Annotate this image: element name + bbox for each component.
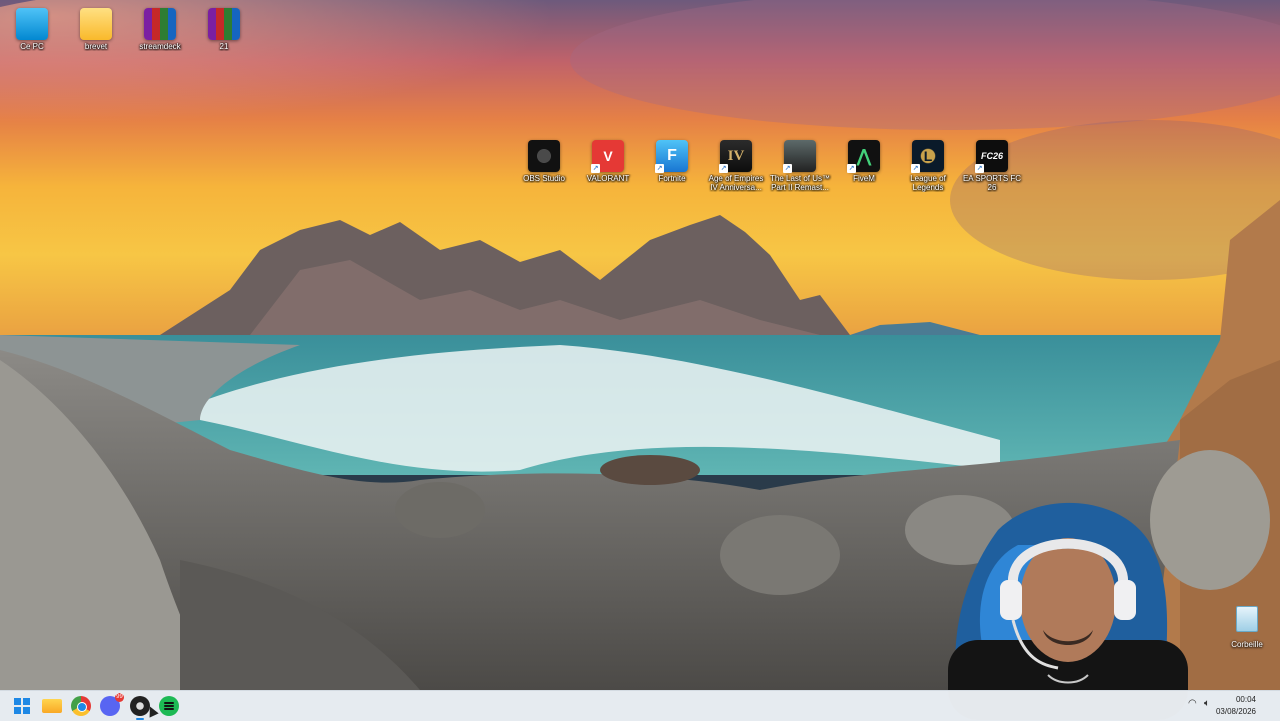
- winrar-archive-icon: [144, 8, 176, 40]
- clock-date: 03/08/2026: [1215, 707, 1256, 716]
- shortcut-arrow-icon: ↗: [911, 164, 920, 173]
- shortcut-arrow-icon: ↗: [847, 164, 856, 173]
- desktop-icon-label: Corbeille: [1231, 640, 1263, 649]
- desktop-icon-label: Age of Empires IV Anniversa...: [708, 174, 764, 192]
- obs-studio-icon: [528, 140, 560, 172]
- desktop-icon-21[interactable]: 21: [192, 2, 256, 51]
- shortcut-arrow-icon: ↗: [975, 164, 984, 173]
- shortcut-arrow-icon: ↗: [719, 164, 728, 173]
- desktop-icon-label: streamdeck: [139, 42, 181, 51]
- webcam-overlay: [928, 490, 1200, 720]
- folder-icon: [80, 8, 112, 40]
- volume-icon[interactable]: 🔈︎: [1204, 698, 1210, 709]
- spotify-icon[interactable]: [159, 696, 179, 716]
- discord-icon[interactable]: 99: [100, 693, 124, 716]
- desktop-icon-label: The Last of Us™ Part II Remast...: [769, 174, 831, 192]
- notification-badge: 99: [115, 693, 124, 702]
- wifi-icon[interactable]: ◠: [1188, 698, 1197, 709]
- taskbar: 99 ◠ 🔈︎ 00:04 03/08/2026: [0, 690, 1280, 721]
- desktop-icon-obs-studio[interactable]: OBS Studio: [512, 134, 576, 183]
- desktop-icon-fortnite[interactable]: F ↗ Fortnite: [640, 134, 704, 183]
- desktop-icon-the-last-of-us[interactable]: ↗ The Last of Us™ Part II Remast...: [768, 134, 832, 192]
- fivem-icon: ⋀ ↗: [847, 140, 880, 173]
- desktop-icon-label: FiveM: [853, 174, 875, 183]
- age-of-empires-icon: IV ↗: [719, 140, 752, 173]
- desktop-icon-label: League of Legends: [910, 174, 946, 192]
- shortcut-arrow-icon: ↗: [783, 164, 792, 173]
- windows-start-icon[interactable]: [12, 696, 32, 716]
- winrar-archive-icon: [208, 8, 240, 40]
- desktop-icon-label: VALORANT: [586, 174, 630, 183]
- desktop-icon-label: OBS Studio: [523, 174, 565, 183]
- shortcut-arrow-icon: ↗: [655, 164, 664, 173]
- desktop-icon-brevet[interactable]: brevet: [64, 2, 128, 51]
- the-last-of-us-icon: ↗: [783, 140, 816, 173]
- desktop-icon-label: 21: [219, 42, 229, 51]
- chrome-icon[interactable]: [71, 696, 91, 716]
- desktop-icon-label: brevet: [84, 42, 108, 51]
- desktop-icon-this-pc[interactable]: Ce PC: [0, 2, 64, 51]
- clock-time: 00:04: [1235, 695, 1256, 704]
- recycle-bin-icon: [1236, 606, 1258, 632]
- desktop-icon-league-of-legends[interactable]: L ↗ League of Legends: [896, 134, 960, 192]
- ea-sports-fc-icon: FC26 ↗: [975, 140, 1008, 173]
- desktop-icon-recycle-bin[interactable]: Corbeille: [1220, 606, 1274, 652]
- desktop-icon-valorant[interactable]: V ↗ VALORANT: [576, 134, 640, 183]
- desktop-icon-ea-sports-fc[interactable]: FC26 ↗ EA SPORTS FC 26: [960, 134, 1024, 192]
- desktop-icon-fivem[interactable]: ⋀ ↗ FiveM: [832, 134, 896, 183]
- desktop-icon-streamdeck[interactable]: streamdeck: [128, 2, 192, 51]
- file-explorer-icon[interactable]: [42, 699, 62, 713]
- league-of-legends-icon: L ↗: [911, 140, 944, 173]
- fortnite-icon: F ↗: [655, 140, 688, 173]
- taskbar-clock[interactable]: 00:04 03/08/2026: [1216, 694, 1256, 718]
- desktop-icon-label: Fortnite: [658, 174, 686, 183]
- this-pc-icon: [16, 8, 48, 40]
- shortcut-arrow-icon: ↗: [591, 164, 600, 173]
- valorant-icon: V ↗: [591, 140, 624, 173]
- desktop-icon-label: EA SPORTS FC 26: [962, 174, 1022, 192]
- desktop-icon-age-of-empires[interactable]: IV ↗ Age of Empires IV Anniversa...: [704, 134, 768, 192]
- desktop-icon-label: Ce PC: [20, 42, 44, 51]
